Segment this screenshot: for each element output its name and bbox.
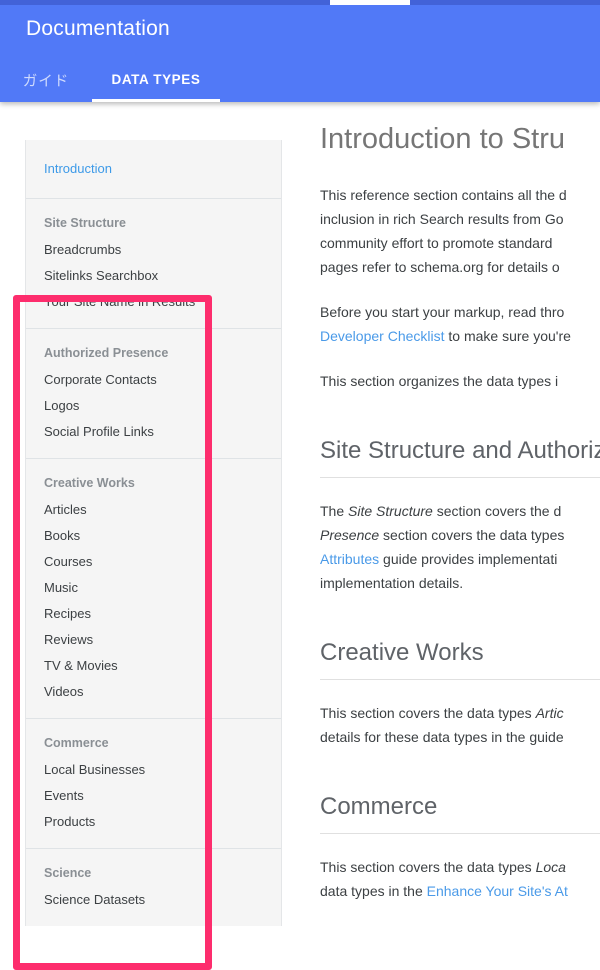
tab-data-types[interactable]: DATA TYPES (92, 62, 220, 102)
sidebar-item-science-datasets[interactable]: Science Datasets (26, 887, 281, 913)
ssp-em-site-structure: Site Structure (348, 503, 433, 519)
sidebar-heading-creative-works: Creative Works (44, 476, 135, 490)
sidebar-item-breadcrumbs[interactable]: Breadcrumbs (26, 237, 281, 263)
sidebar-item-corporate-contacts[interactable]: Corporate Contacts (26, 367, 281, 393)
sidebar-heading-authorized-presence: Authorized Presence (44, 346, 169, 360)
sidebar-item-events[interactable]: Events (26, 783, 281, 809)
developer-checklist-link[interactable]: Developer Checklist (320, 328, 445, 344)
cp-em-local: Loca (535, 859, 566, 875)
sidebar-item-videos[interactable]: Videos (26, 679, 281, 705)
enhance-attributes-link[interactable]: Enhance Your Site's At (427, 883, 568, 899)
commerce-paragraph: This section covers the data types Loca … (320, 855, 600, 903)
cwp-em-article: Artic (535, 705, 564, 721)
site-structure-paragraph: The Site Structure section covers the d … (320, 499, 600, 595)
checklist-suffix: to make sure you're (444, 328, 571, 344)
sidebar-group-science: Science Science Datasets (26, 849, 281, 926)
intro-line-2: inclusion in rich Search results from Go (320, 211, 564, 227)
top-progress-strip (0, 0, 600, 5)
attributes-link[interactable]: Attributes (320, 551, 379, 567)
creative-works-paragraph: This section covers the data types Artic… (320, 701, 600, 749)
sidebar-item-products[interactable]: Products (26, 809, 281, 835)
doc-title: Introduction to Stru (320, 123, 566, 155)
sidebar-group-creative-works: Creative Works Articles Books Courses Mu… (26, 459, 281, 719)
sidebar-item-social-profile-links[interactable]: Social Profile Links (26, 419, 281, 445)
sidebar-item-your-site-name-in-results[interactable]: Your Site Name in Results (26, 289, 281, 315)
intro-line-4: pages refer to schema.org for details o (320, 259, 560, 275)
sidebar-item-music[interactable]: Music (26, 575, 281, 601)
app-header: Documentation ガイド DATA TYPES (0, 0, 600, 102)
sidebar-item-articles[interactable]: Articles (26, 497, 281, 523)
sidebar-item-logos[interactable]: Logos (26, 393, 281, 419)
sidebar-group-introduction: Introduction (26, 140, 281, 199)
ssp-text-d: guide provides implementati (379, 551, 558, 567)
sidebar-item-recipes[interactable]: Recipes (26, 601, 281, 627)
sidebar-item-tv-and-movies[interactable]: TV & Movies (26, 653, 281, 679)
cp-text-a: This section covers the data types (320, 859, 536, 875)
ssp-text-a: The (320, 503, 349, 519)
checklist-paragraph: Before you start your markup, read thro … (320, 300, 600, 348)
sidebar-item-courses[interactable]: Courses (26, 549, 281, 575)
sidebar-heading-site-structure: Site Structure (44, 216, 126, 230)
sidebar-item-local-businesses[interactable]: Local Businesses (26, 757, 281, 783)
organization-paragraph: This section organizes the data types i (320, 373, 559, 389)
ssp-text-b: section covers the d (432, 503, 562, 519)
top-progress-fill (330, 0, 410, 5)
cwp-text-a: This section covers the data types (320, 705, 536, 721)
page-title: Documentation (26, 17, 170, 40)
sidebar-heading-science: Science (44, 866, 92, 880)
ssp-text-e: implementation details. (320, 575, 464, 591)
cwp-text-b: details for these data types in the guid… (320, 729, 564, 745)
cp-text-b: data types in the (320, 883, 427, 899)
checklist-prefix: Before you start your markup, read thro (320, 304, 565, 320)
sidebar-group-site-structure: Site Structure Breadcrumbs Sitelinks Sea… (26, 199, 281, 329)
sidebar-heading-commerce: Commerce (44, 736, 109, 750)
sidebar-item-reviews[interactable]: Reviews (26, 627, 281, 653)
ssp-text-c: section covers the data types (379, 527, 565, 543)
intro-paragraph: This reference section contains all the … (320, 183, 600, 279)
sidebar-group-commerce: Commerce Local Businesses Events Product… (26, 719, 281, 849)
sidebar-group-authorized-presence: Authorized Presence Corporate Contacts L… (26, 329, 281, 459)
main-content: Introduction to Stru This reference sect… (320, 120, 600, 903)
intro-line-1: This reference section contains all the … (320, 187, 567, 203)
sidebar-nav: Introduction Site Structure Breadcrumbs … (25, 140, 282, 926)
sidebar-item-books[interactable]: Books (26, 523, 281, 549)
sidebar-item-introduction[interactable]: Introduction (26, 157, 281, 181)
tab-bar: ガイド DATA TYPES (0, 62, 220, 102)
heading-commerce: Commerce (320, 791, 600, 834)
intro-line-3: community effort to promote standard (320, 235, 553, 251)
sidebar-item-sitelinks-searchbox[interactable]: Sitelinks Searchbox (26, 263, 281, 289)
tab-guide[interactable]: ガイド (0, 62, 92, 102)
page-body: Introduction Site Structure Breadcrumbs … (0, 102, 600, 970)
ssp-em-presence: Presence (320, 527, 380, 543)
heading-site-structure-authorized: Site Structure and Authorize (320, 435, 600, 478)
heading-creative-works: Creative Works (320, 637, 600, 680)
